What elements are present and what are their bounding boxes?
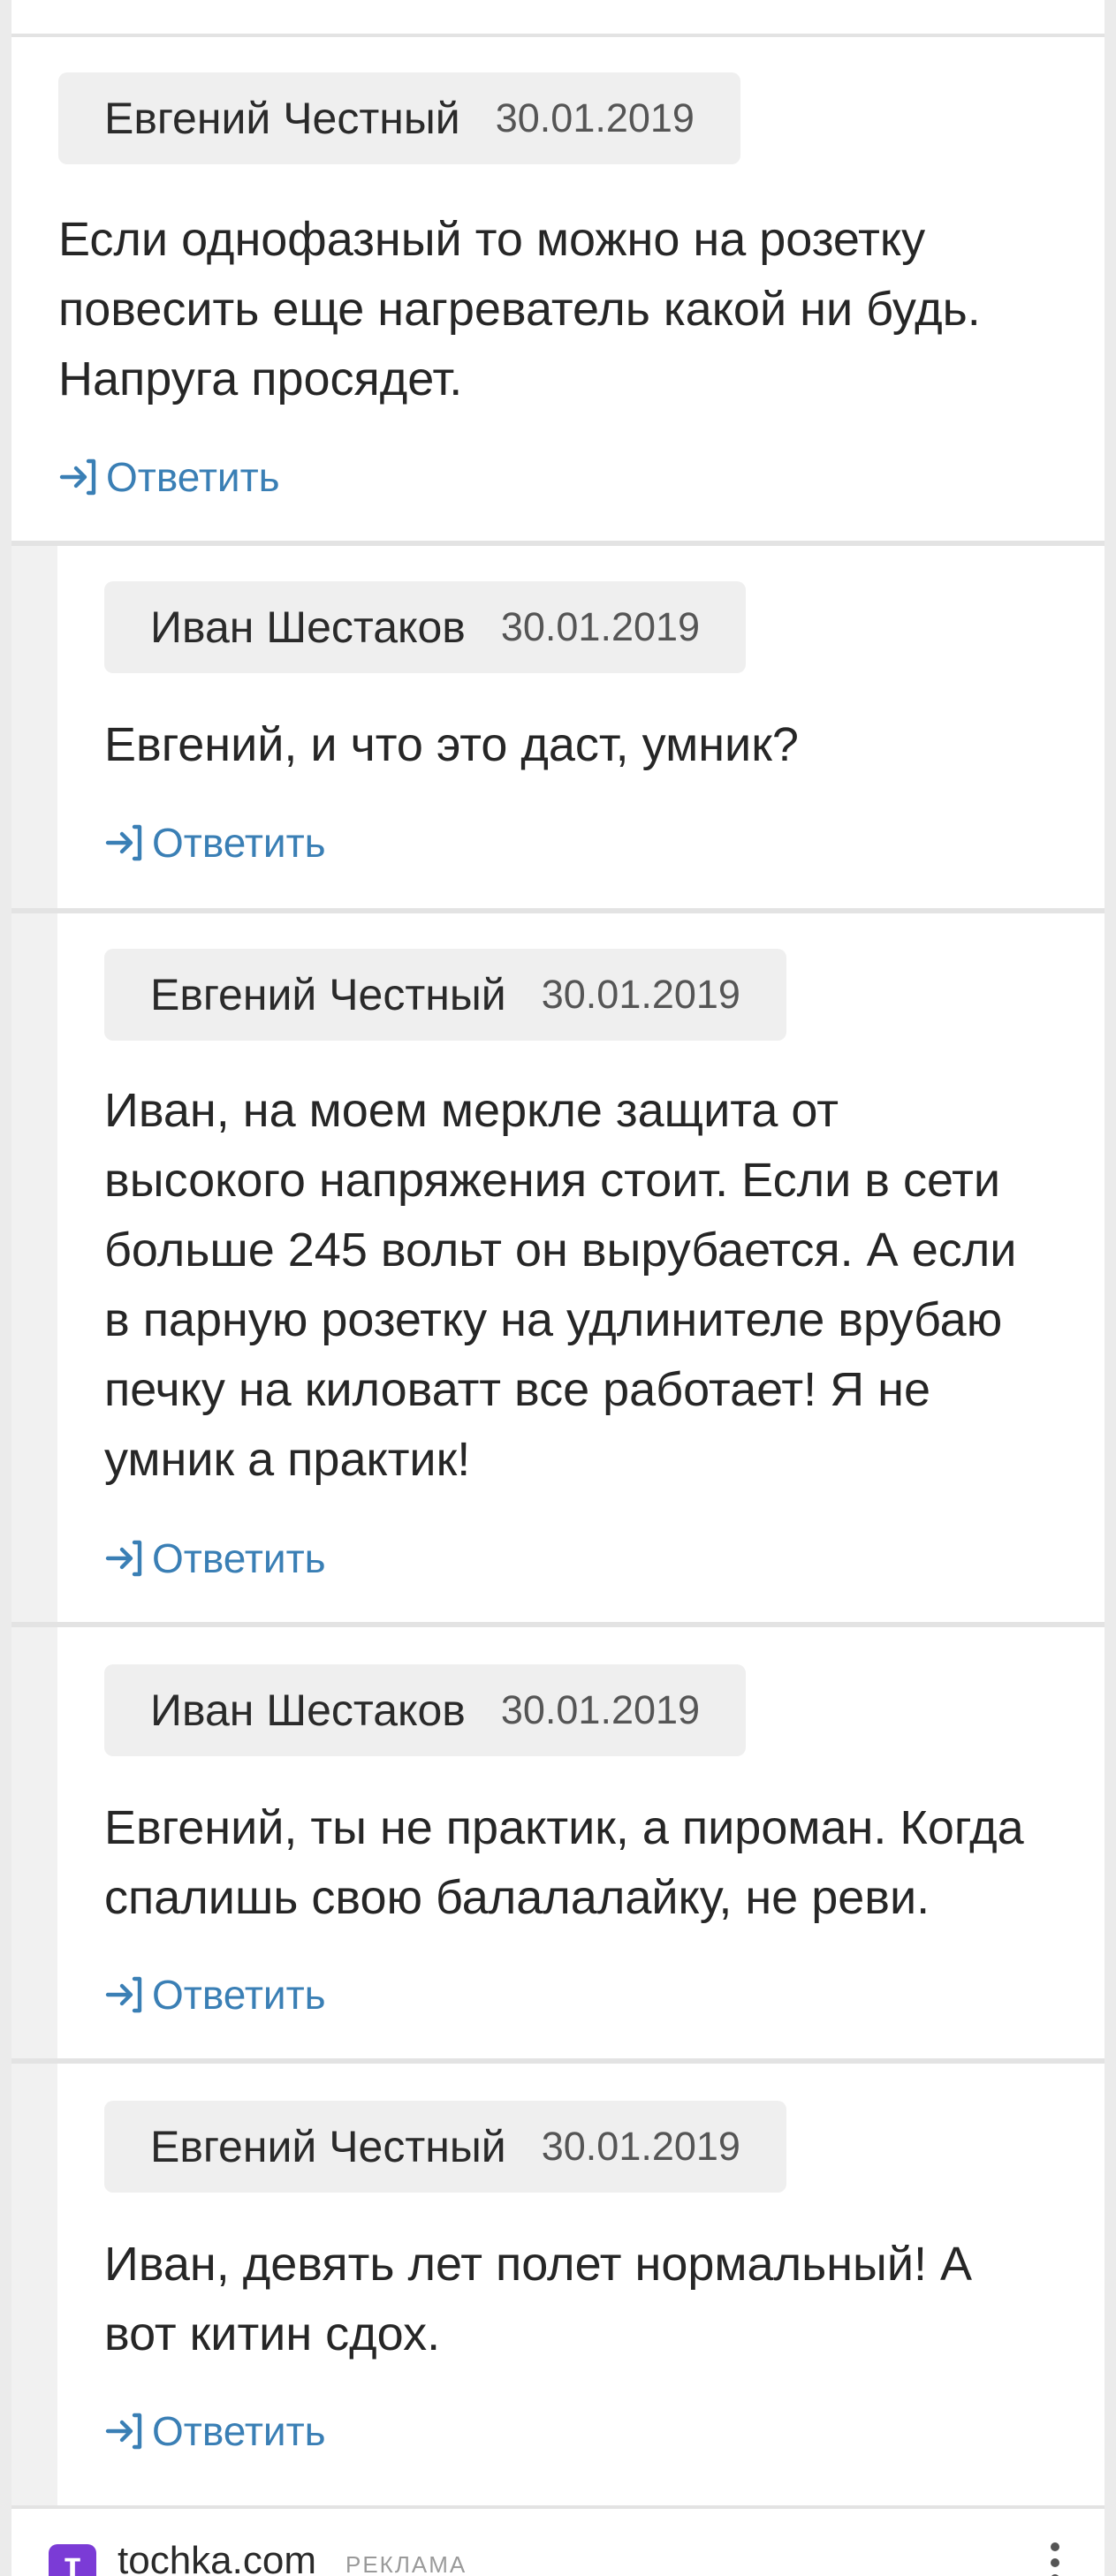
reply-label: Ответить [152,1972,326,2018]
comment-text: Иван, девять лет полет нормальный! А вот… [104,2238,973,2360]
comment-header: Евгений Честный 30.01.2019 [104,2101,786,2193]
reply-button[interactable]: Ответить [104,1532,326,1585]
reply-icon [105,1976,142,2013]
comment-author[interactable]: Иван Шестаков [150,1685,466,1736]
comment: Евгений Честный 30.01.2019 Если однофазн… [11,37,1105,541]
reply-button[interactable]: Ответить [58,451,280,504]
comment-author[interactable]: Евгений Честный [150,2121,506,2172]
reply-label: Ответить [106,454,280,500]
comment-header: Иван Шестаков 30.01.2019 [104,581,747,673]
comment-reply: Евгений Честный 30.01.2019 Иван, на моем… [11,913,1105,1622]
previous-comment-bottom [11,0,1105,37]
reply-icon [59,458,96,496]
reply-label: Ответить [152,2408,326,2454]
comment-date: 30.01.2019 [541,972,740,1017]
comment-reply: Иван Шестаков 30.01.2019 Евгений, и что … [11,546,1105,908]
comment-date: 30.01.2019 [500,604,701,649]
ad-logo: т [49,2544,96,2576]
reply-label: Ответить [152,820,326,866]
reply-icon [105,824,142,861]
comment-header: Евгений Честный 30.01.2019 [104,949,786,1041]
comment-text: Иван, на моем меркле защита от высокого … [104,1084,1017,1486]
ad-domain[interactable]: tochka.com [118,2539,316,2576]
reply-icon [105,2413,142,2450]
comment-date: 30.01.2019 [495,95,695,140]
comments-page: Евгений Честный 30.01.2019 Если однофазн… [11,0,1105,2576]
reply-icon [105,1540,142,1577]
comment-author[interactable]: Евгений Честный [150,969,506,1020]
comment-text: Евгений, ты не практик, а пироман. Когда… [104,1801,1024,1924]
more-options-icon[interactable] [1050,2542,1060,2576]
comment-author[interactable]: Иван Шестаков [150,602,466,653]
reply-button[interactable]: Ответить [104,816,326,869]
ad-banner[interactable]: т tochka.com РЕКЛАМА [11,2505,1105,2576]
comment-reply: Иван Шестаков 30.01.2019 Евгений, ты не … [11,1627,1105,2058]
comment-text: Евгений, и что это даст, умник? [104,718,799,771]
comment-reply: Евгений Честный 30.01.2019 Иван, девять … [11,2064,1105,2505]
comment-date: 30.01.2019 [541,2124,740,2169]
reply-button[interactable]: Ответить [104,1968,326,2021]
comment-author[interactable]: Евгений Честный [104,93,460,144]
comment-header: Евгений Честный 30.01.2019 [58,72,740,164]
reply-button[interactable]: Ответить [104,2405,326,2458]
comment-date: 30.01.2019 [500,1687,701,1732]
reply-label: Ответить [152,1535,326,1581]
comment-header: Иван Шестаков 30.01.2019 [104,1664,747,1756]
comment-text: Если однофазный то можно на розетку пове… [58,213,981,405]
